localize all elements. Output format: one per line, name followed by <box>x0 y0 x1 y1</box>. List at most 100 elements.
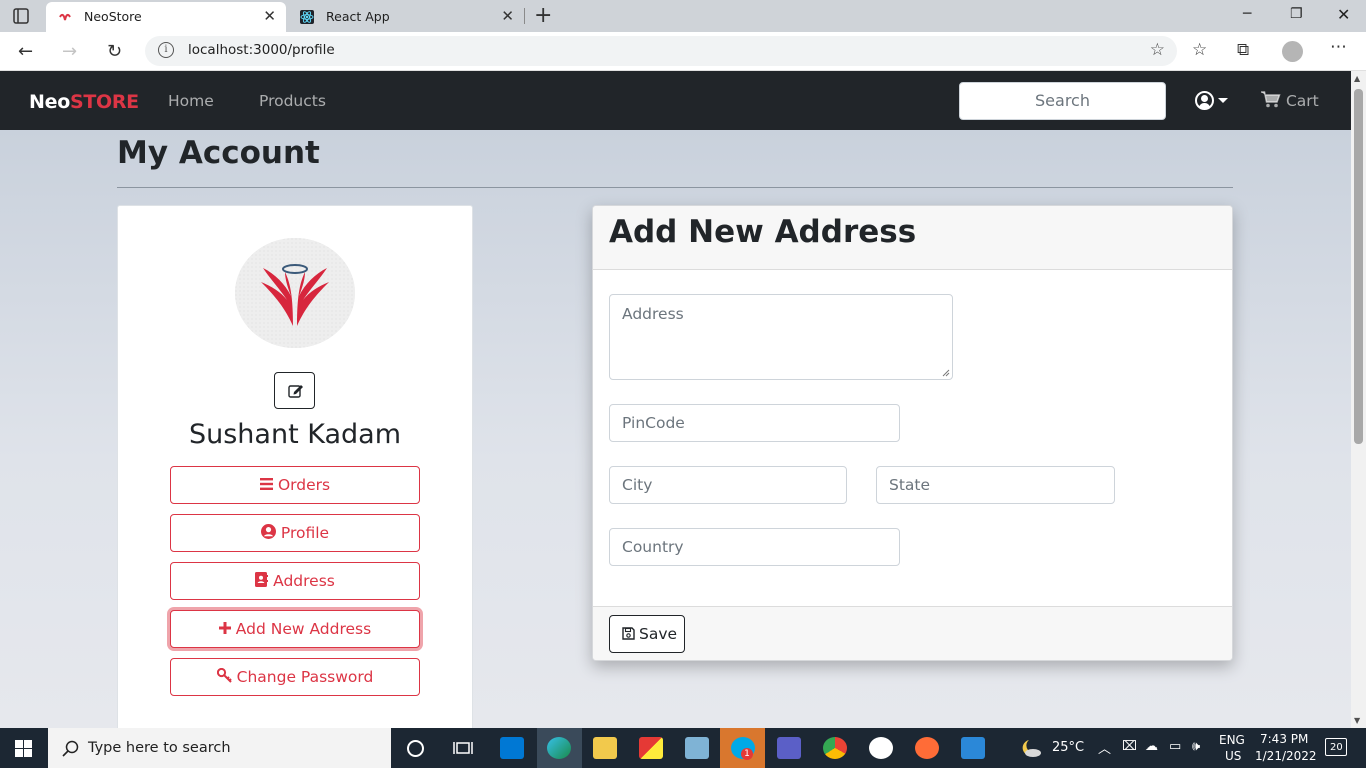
cart-link[interactable]: Cart <box>1261 91 1319 110</box>
neostore-favicon-icon <box>59 13 71 21</box>
browser-profile-avatar[interactable] <box>1282 41 1303 62</box>
taskbar-search-box[interactable]: Type here to search <box>48 728 391 768</box>
card-footer: Save <box>593 606 1232 660</box>
forward-icon[interactable]: → <box>62 41 77 62</box>
resize-handle-icon[interactable] <box>942 369 950 377</box>
collections-icon[interactable]: ⧉ <box>1237 40 1249 60</box>
edit-icon <box>288 385 303 398</box>
postman-icon[interactable] <box>915 737 939 759</box>
outlook-icon[interactable] <box>961 737 985 759</box>
clock-date[interactable]: 1/21/2022 <box>1255 749 1317 763</box>
save-button[interactable]: Save <box>609 615 685 653</box>
cortana-icon[interactable] <box>406 739 425 758</box>
close-tab-icon[interactable]: ✕ <box>263 7 276 25</box>
brand-part2: STORE <box>69 91 139 113</box>
list-icon <box>259 477 273 490</box>
reload-icon[interactable]: ↻ <box>107 41 122 62</box>
url-text: localhost:3000/profile <box>188 42 335 58</box>
weather-icon[interactable] <box>1020 738 1042 758</box>
tab-title: React App <box>326 9 390 24</box>
vscode-icon[interactable] <box>500 737 524 759</box>
chrome-icon[interactable] <box>823 737 847 759</box>
tab-react-app[interactable]: React App ✕ <box>288 2 524 32</box>
notification-count: 20 <box>1330 742 1343 753</box>
tab-actions-icon[interactable] <box>12 7 30 25</box>
state-input[interactable]: State <box>876 466 1115 504</box>
key-icon <box>216 668 232 683</box>
mongodb-icon[interactable] <box>869 737 893 759</box>
add-new-address-button[interactable]: Add New Address <box>170 610 420 648</box>
skype-badge: 1 <box>741 748 753 760</box>
close-window-icon[interactable]: ✕ <box>1337 5 1350 24</box>
network-icon[interactable]: ☁ <box>1145 739 1158 754</box>
weather-temp: 25°C <box>1052 740 1085 755</box>
file-explorer-icon[interactable] <box>593 737 617 759</box>
minimize-icon[interactable]: ─ <box>1243 6 1251 22</box>
restore-icon[interactable]: ❐ <box>1290 6 1303 22</box>
add-favorite-icon[interactable]: ☆ <box>1150 40 1165 60</box>
windows-taskbar: Type here to search 1 25°C ︿ ⌧ ☁ ▭ 🕪 ENG… <box>0 728 1366 768</box>
app-navbar: NeoSTORE Home Products Search Cart <box>0 71 1351 130</box>
react-favicon-icon <box>300 10 314 24</box>
user-account-icon[interactable] <box>1195 91 1214 110</box>
change-password-button[interactable]: Change Password <box>170 658 420 696</box>
search-input[interactable]: Search <box>959 82 1166 120</box>
address-placeholder: Address <box>622 305 684 323</box>
change-password-label: Change Password <box>236 668 374 686</box>
windows-start-icon[interactable] <box>15 740 32 757</box>
orders-button[interactable]: Orders <box>170 466 420 504</box>
page-content: My Account Sushant Kadam Orders Profile … <box>0 130 1351 728</box>
nav-home-link[interactable]: Home <box>168 92 214 110</box>
address-label: Address <box>273 572 335 590</box>
card-header: Add New Address <box>593 206 1232 270</box>
meet-now-icon[interactable]: ⌧ <box>1122 739 1137 754</box>
site-info-icon[interactable]: i <box>158 42 174 58</box>
add-address-card: Add New Address Address PinCode City Sta… <box>592 205 1233 661</box>
address-textarea[interactable]: Address <box>609 294 953 380</box>
chevron-down-icon[interactable] <box>1218 98 1228 103</box>
user-circle-icon <box>260 524 276 539</box>
notes-app-icon[interactable] <box>685 737 709 759</box>
language-bottom[interactable]: US <box>1225 749 1241 763</box>
country-input[interactable]: Country <box>609 528 900 566</box>
volume-icon[interactable]: 🕪 <box>1192 739 1200 754</box>
profile-button[interactable]: Profile <box>170 514 420 552</box>
task-view-icon[interactable] <box>453 739 473 757</box>
edge-icon[interactable] <box>547 737 571 759</box>
nav-products-link[interactable]: Products <box>259 92 326 110</box>
back-icon[interactable]: ← <box>18 41 33 62</box>
clock-time[interactable]: 7:43 PM <box>1260 732 1308 746</box>
language-top[interactable]: ENG <box>1219 733 1245 747</box>
edit-profile-button[interactable] <box>274 372 315 409</box>
more-options-icon[interactable]: ⋯ <box>1330 37 1347 57</box>
notification-center[interactable]: 20 <box>1325 738 1347 756</box>
game-app-icon[interactable] <box>639 737 663 759</box>
battery-icon[interactable]: ▭ <box>1169 739 1181 754</box>
show-hidden-icons-icon[interactable]: ︿ <box>1098 738 1111 757</box>
favorites-icon[interactable]: ☆ <box>1192 40 1207 60</box>
profile-card: Sushant Kadam Orders Profile Address Add… <box>117 205 473 728</box>
browser-address-bar: ← → ↻ i localhost:3000/profile ☆ ☆ ⧉ ⋯ <box>0 32 1366 71</box>
teams-icon[interactable] <box>777 737 801 759</box>
scroll-down-icon[interactable]: ▼ <box>1354 716 1360 725</box>
close-tab-icon[interactable]: ✕ <box>501 7 514 25</box>
scroll-up-icon[interactable]: ▲ <box>1354 74 1360 83</box>
page-title: My Account <box>117 135 320 171</box>
scroll-thumb[interactable] <box>1354 89 1363 444</box>
save-icon <box>622 627 635 640</box>
cart-label: Cart <box>1285 92 1319 110</box>
add-new-address-label: Add New Address <box>235 620 372 638</box>
cart-icon <box>1261 91 1281 108</box>
page-scrollbar[interactable]: ▲ ▼ <box>1351 71 1366 728</box>
plus-icon <box>218 621 231 634</box>
tab-title: NeoStore <box>84 9 142 24</box>
tab-neostore[interactable]: NeoStore ✕ <box>46 2 286 32</box>
search-icon <box>62 740 79 757</box>
brand-logo[interactable]: NeoSTORE <box>29 91 139 113</box>
new-tab-icon[interactable]: + <box>534 3 552 28</box>
form-title: Add New Address <box>609 214 917 250</box>
city-input[interactable]: City <box>609 466 847 504</box>
pincode-input[interactable]: PinCode <box>609 404 900 442</box>
url-field[interactable]: i localhost:3000/profile ☆ <box>145 36 1177 66</box>
address-button[interactable]: Address <box>170 562 420 600</box>
